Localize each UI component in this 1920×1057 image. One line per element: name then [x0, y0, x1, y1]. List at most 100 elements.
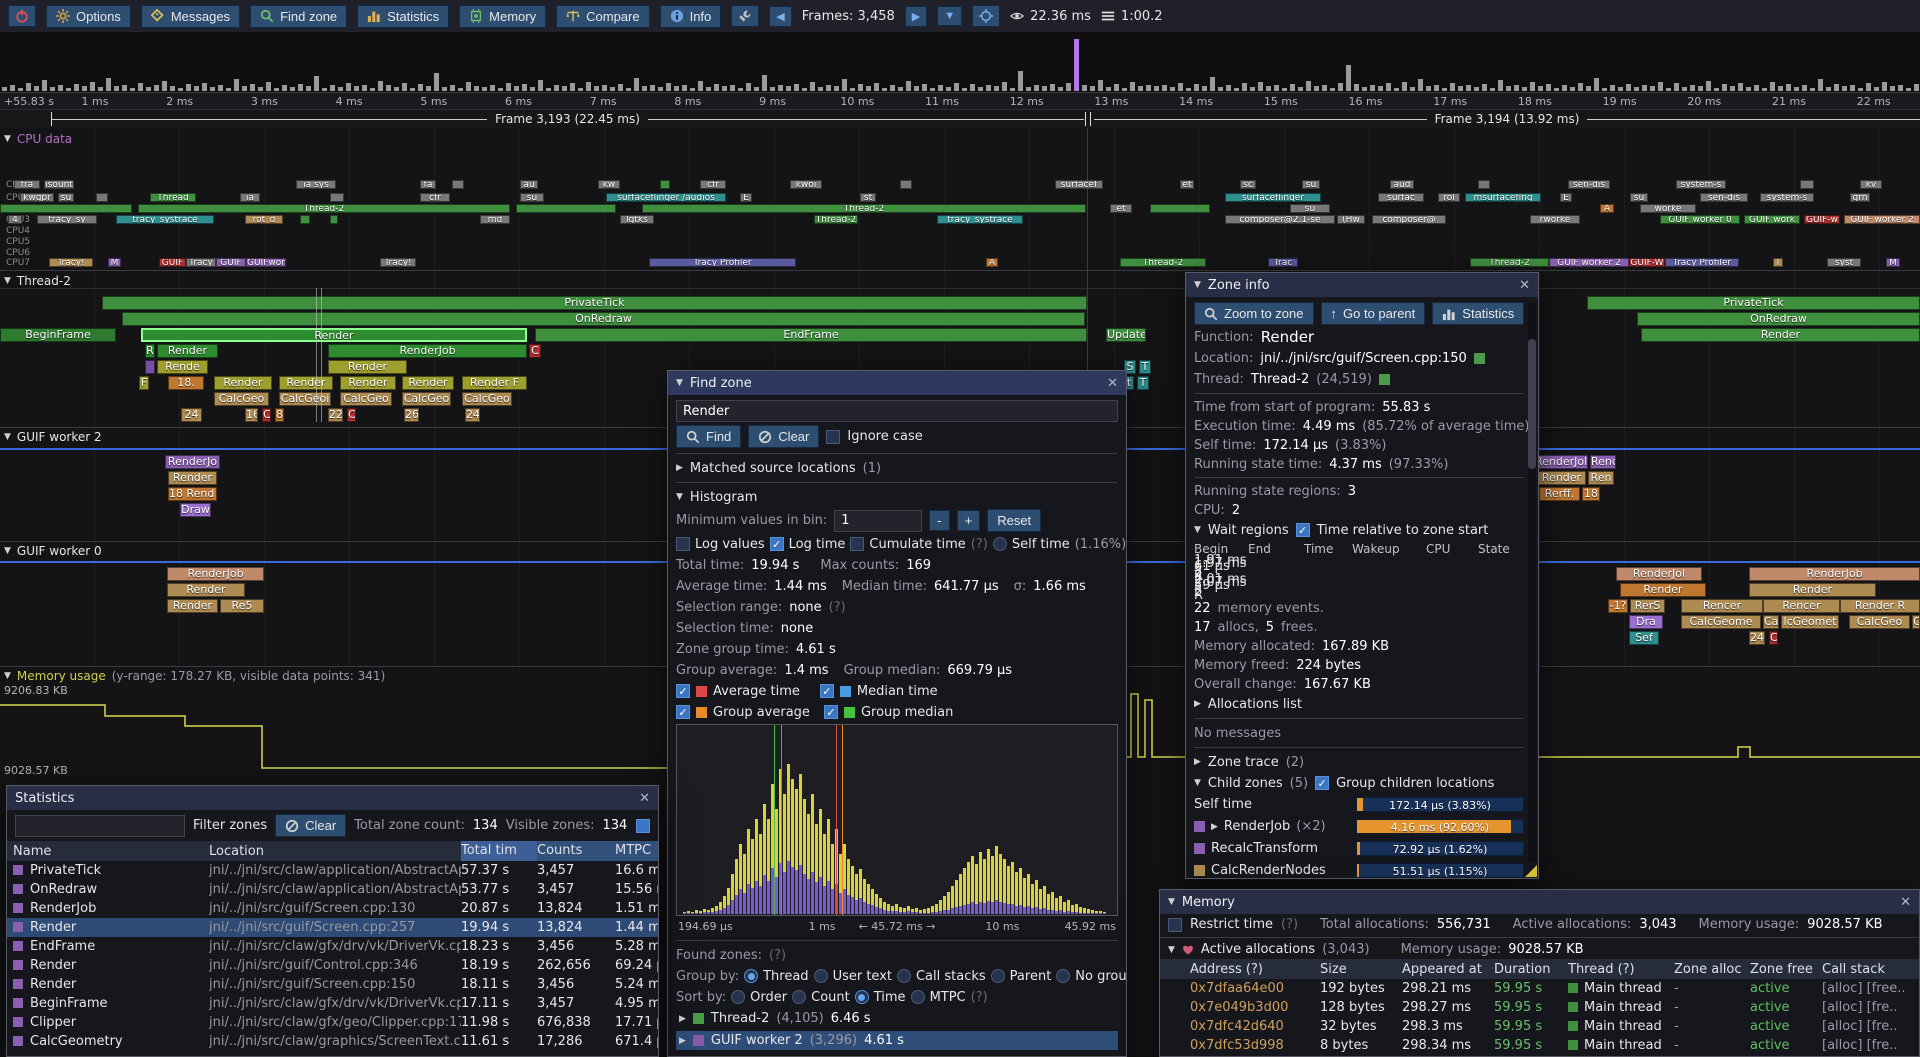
column-header-mtpc[interactable]: MTPC: [615, 841, 658, 861]
child-zones-toggle[interactable]: ▼Child zones(5) ✓ Group children locatio…: [1194, 774, 1524, 792]
frame-markers-row[interactable]: Frame 3,193 (22.45 ms) Frame 3,194 (13.9…: [0, 110, 1920, 128]
timeline-zone[interactable]: Render: [402, 376, 454, 390]
collapse-icon[interactable]: ▼: [4, 546, 11, 556]
filter-zones-input[interactable]: [15, 815, 185, 837]
timeline-zone[interactable]: 22: [328, 408, 343, 422]
collapse-icon[interactable]: ▼: [4, 432, 11, 442]
table-row[interactable]: Renderjni/../jni/src/guif/Screen.cpp:150…: [7, 975, 658, 994]
timeline-zone[interactable]: 24: [1749, 631, 1765, 645]
tools-button[interactable]: [731, 5, 759, 27]
table-row[interactable]: PrivateTickjni/../jni/src/claw/applicati…: [7, 861, 658, 880]
sort-by-count-radio[interactable]: [792, 990, 806, 1004]
timeline-zone[interactable]: grn: [1850, 193, 1870, 202]
collapse-icon[interactable]: ▼: [1194, 280, 1201, 290]
timeline-zone[interactable]: rworke: [1530, 215, 1580, 224]
timeline-zone[interactable]: syst: [1827, 258, 1861, 267]
timeline-zone[interactable]: Render: [279, 376, 333, 390]
timeline-zone[interactable]: M: [108, 258, 121, 267]
timeline-zone[interactable]: tracy_systrace: [116, 215, 214, 224]
cpu-row[interactable]: CPU7Tracy!MGUIFTracyGUIFGUIFworkTracy!Tr…: [0, 258, 1920, 268]
group-by-thread-radio[interactable]: [744, 969, 758, 983]
timeline-zone[interactable]: [516, 204, 616, 213]
column-header-duration[interactable]: Duration: [1494, 962, 1568, 977]
options-button[interactable]: Options: [46, 5, 131, 28]
min-bin-input[interactable]: [834, 510, 922, 532]
timeline-zone[interactable]: Thread-2: [814, 215, 858, 224]
timeline-zone[interactable]: C: [347, 408, 356, 422]
column-header-name[interactable]: Name: [13, 844, 209, 859]
table-row[interactable]: CalcGeometryjni/../jni/src/claw/graphics…: [7, 1032, 658, 1051]
found-zone-group[interactable]: ▶ GUIF worker 0 (3,231) 4.48 s: [676, 1053, 1118, 1057]
collapse-icon[interactable]: ▼: [676, 378, 683, 388]
column-header-location[interactable]: Location: [209, 844, 461, 859]
timeline-zone[interactable]: 24: [465, 408, 480, 422]
frame-dropdown-button[interactable]: ▼: [937, 6, 962, 26]
table-row[interactable]: 0x7e049b3d00128 bytes298.27 ms59.95 sMai…: [1160, 998, 1919, 1017]
average-series-checkbox[interactable]: ✓: [676, 684, 690, 698]
table-row[interactable]: OnRedrawjni/../jni/src/claw/application/…: [7, 880, 658, 899]
next-frame-button[interactable]: ▶: [905, 6, 927, 27]
timeline-zone[interactable]: [1478, 180, 1490, 189]
timeline-zone[interactable]: Sef: [1629, 631, 1659, 645]
timeline-zone[interactable]: surfaceflinger /audios: [606, 193, 726, 202]
matched-locations-toggle[interactable]: ▶Matched source locations(1): [676, 459, 1118, 477]
timeline-zone[interactable]: PrivateTick: [102, 296, 1087, 310]
child-zone-row[interactable]: ▶ RenderJob (×2) 4.16 ms (92.60%): [1194, 817, 1524, 836]
allocations-list-toggle[interactable]: ▶Allocations list: [1194, 695, 1524, 713]
timeline-zone[interactable]: sen-dis: [1568, 180, 1610, 189]
timeline-zone[interactable]: R: [145, 344, 155, 358]
timeline-zone[interactable]: ia sys: [296, 180, 336, 189]
reset-button[interactable]: Reset: [987, 509, 1041, 532]
group-children-checkbox[interactable]: ✓: [1315, 776, 1329, 790]
timeline-zone[interactable]: worke: [1640, 204, 1696, 213]
timeline-zone[interactable]: E: [740, 193, 752, 202]
log-time-checkbox[interactable]: ✓: [770, 537, 784, 551]
memory-button[interactable]: Memory: [459, 5, 546, 28]
timeline-zone[interactable]: tracy_sy: [37, 215, 97, 224]
timeline-zone[interactable]: isount: [44, 180, 74, 189]
timeline-zone[interactable]: CalcGeo: [1849, 615, 1910, 629]
timeline-zone[interactable]: Tracy!: [380, 258, 416, 267]
timeline-zone[interactable]: st: [860, 193, 876, 202]
collapse-icon[interactable]: ▼: [4, 134, 11, 144]
timeline-zone[interactable]: Rend: [1590, 455, 1616, 469]
memory-table-header[interactable]: Address (?) Size Appeared at Duration Th…: [1160, 959, 1919, 979]
timeline-zone[interactable]: Render: [157, 344, 218, 358]
timeline-zone[interactable]: [96, 193, 108, 202]
timeline-zone[interactable]: Rencer: [1681, 599, 1763, 613]
timeline-zone[interactable]: Render: [1537, 471, 1586, 485]
min-bin-decrease-button[interactable]: -: [929, 510, 949, 531]
timeline-zone[interactable]: [330, 215, 338, 224]
timeline-zone[interactable]: Thread-2: [642, 204, 1086, 213]
timeline-zone[interactable]: GUIF worker 2: [1549, 258, 1629, 267]
timeline-zone[interactable]: kwgpr: [20, 193, 54, 202]
resize-grip[interactable]: [1525, 865, 1537, 877]
timeline-zone[interactable]: Thread-2: [138, 204, 510, 213]
memory-titlebar[interactable]: ▼ Memory ✕: [1160, 890, 1919, 914]
info-button[interactable]: Info: [660, 5, 722, 28]
column-header-appeared[interactable]: Appeared at: [1402, 962, 1494, 977]
timeline-zone[interactable]: msurfaceflng: [1465, 193, 1541, 202]
timeline-zone[interactable]: RenderJob: [167, 567, 264, 581]
timeline-zone[interactable]: 4: [8, 215, 22, 224]
timeline-zone[interactable]: Render R: [1840, 599, 1920, 613]
timeline-zone[interactable]: RenderJol: [1534, 455, 1588, 469]
child-zone-row[interactable]: CalcRenderNodes 51.51 µs (1.15%): [1194, 861, 1524, 879]
column-header-call-stack[interactable]: Call stack: [1822, 962, 1919, 977]
timeline-zone[interactable]: su: [520, 193, 544, 202]
timeline-zone[interactable]: 16: [245, 408, 258, 422]
timeline-zone[interactable]: Render: [1620, 583, 1706, 597]
timeline-zone[interactable]: Thread-2: [1470, 258, 1549, 267]
timeline-zone[interactable]: F: [139, 376, 149, 390]
timeline-zone[interactable]: T: [1139, 360, 1151, 374]
active-allocations-toggle[interactable]: ▼ Active allocations (3,043) Memory usag…: [1160, 940, 1919, 959]
timeline-zone[interactable]: Render: [214, 376, 272, 390]
timeline-zone[interactable]: [145, 360, 155, 374]
timeline-zone[interactable]: cfr: [700, 180, 726, 189]
timeline-zone[interactable]: CalcGeo: [214, 392, 269, 406]
wait-regions-toggle[interactable]: ▼Wait regions ✓ Time relative to zone st…: [1194, 521, 1524, 539]
timeline-zone[interactable]: 24: [181, 408, 202, 422]
group-by-usertext-radio[interactable]: [814, 969, 828, 983]
timeline-zone[interactable]: md: [480, 215, 510, 224]
timeline-zone[interactable]: GUIF: [216, 258, 246, 267]
